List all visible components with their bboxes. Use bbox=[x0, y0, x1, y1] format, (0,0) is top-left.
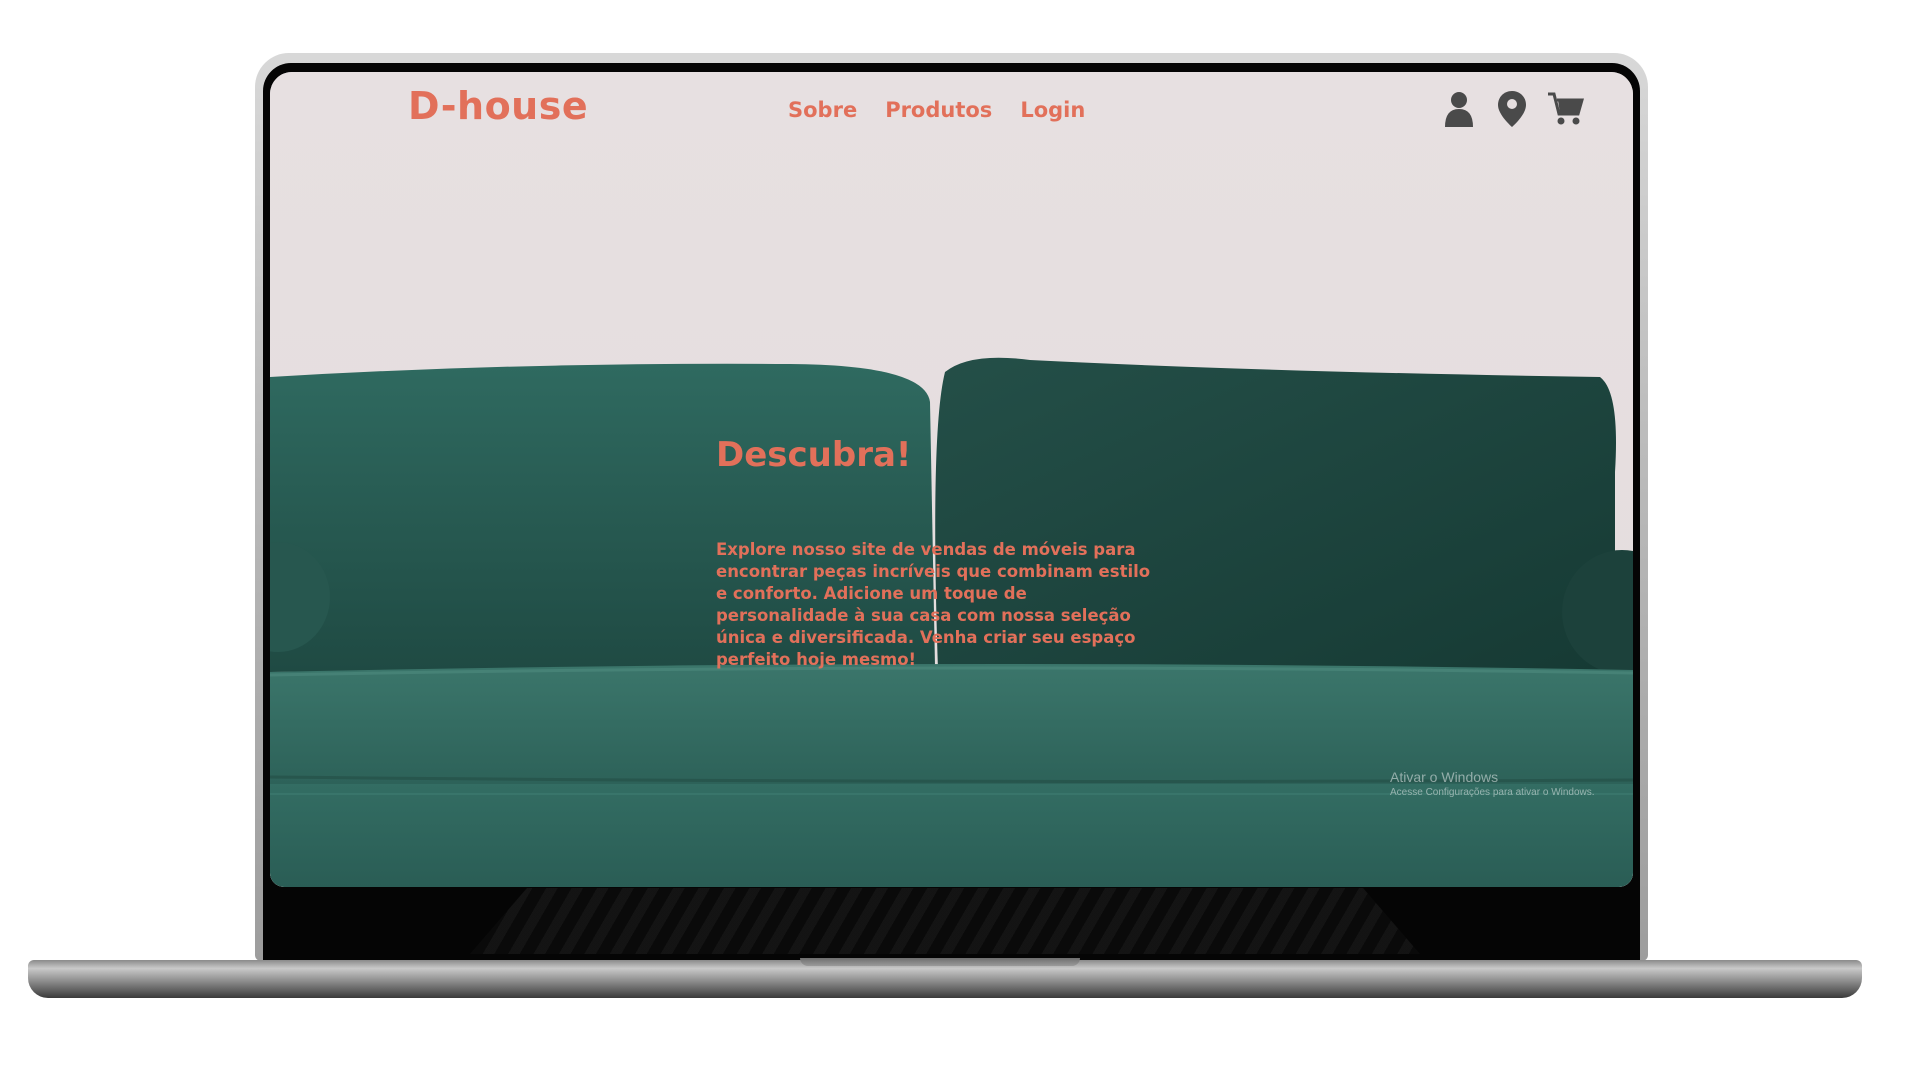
keyboard-reflection bbox=[470, 888, 1420, 954]
brand-logo[interactable]: D-house bbox=[408, 84, 588, 128]
nav-icons bbox=[1442, 91, 1584, 132]
laptop-notch bbox=[800, 958, 1080, 966]
windows-activation-watermark: Ativar o Windows Acesse Configurações pa… bbox=[1390, 769, 1595, 798]
nav-link-sobre[interactable]: Sobre bbox=[788, 98, 857, 122]
website-screen: D-house Sobre Produtos Login Descubra! E… bbox=[270, 72, 1633, 887]
main-nav: Sobre Produtos Login bbox=[788, 98, 1085, 122]
nav-link-login[interactable]: Login bbox=[1020, 98, 1085, 122]
sofa-image bbox=[270, 357, 1633, 887]
location-pin-icon[interactable] bbox=[1498, 91, 1526, 132]
hero-title: Descubra! bbox=[716, 435, 912, 475]
watermark-title: Ativar o Windows bbox=[1390, 769, 1499, 785]
watermark-subtitle: Acesse Configurações para ativar o Windo… bbox=[1390, 787, 1595, 798]
user-icon[interactable] bbox=[1442, 91, 1476, 132]
hero-description: Explore nosso site de vendas de móveis p… bbox=[716, 540, 1151, 669]
cart-icon[interactable] bbox=[1548, 92, 1584, 131]
nav-link-produtos[interactable]: Produtos bbox=[885, 98, 992, 122]
